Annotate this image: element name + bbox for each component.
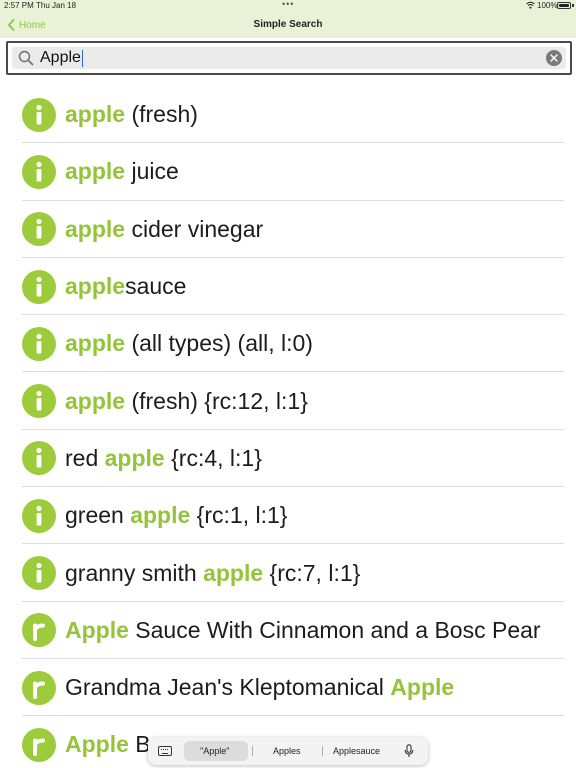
microphone-icon[interactable] <box>404 744 414 758</box>
keyboard-icon[interactable] <box>158 746 172 756</box>
suggestion-item-0[interactable]: "Apple" <box>200 746 229 756</box>
result-text-part: green <box>65 502 131 529</box>
result-row[interactable]: apple (all types) (all, l:0) <box>6 315 572 373</box>
text-cursor <box>81 50 84 67</box>
result-row[interactable]: granny smith apple {rc:7, l:1} <box>6 544 572 602</box>
result-label: applesauce <box>65 273 186 300</box>
page-title: Simple Search <box>253 19 323 30</box>
match-highlight: apple <box>65 330 126 357</box>
match-highlight: apple <box>65 273 126 300</box>
result-row[interactable]: apple cider vinegar <box>6 201 572 258</box>
status-bar: 2:57 PM Thu Jan 18 ••• 100% <box>0 0 576 12</box>
recipe-icon <box>22 670 56 705</box>
result-text-part: Grandma Jean's Kleptomanical <box>65 674 391 701</box>
status-date: Thu Jan 18 <box>36 1 77 10</box>
search-input[interactable] <box>40 47 520 69</box>
results-list: apple (fresh) apple juice apple cider vine… <box>6 86 572 768</box>
result-text-part: cider vinegar <box>125 215 264 242</box>
search-bar <box>6 41 572 75</box>
match-highlight: Apple <box>65 616 129 643</box>
info-icon <box>22 556 56 591</box>
result-label: Apple Sauce With Cinnamon and a Bosc Pea… <box>65 617 541 644</box>
result-row[interactable]: Apple Sauce With Cinnamon and a Bosc Pea… <box>6 602 572 659</box>
info-icon <box>22 212 56 247</box>
clear-icon <box>550 54 558 62</box>
result-text-part: granny smith <box>65 559 204 586</box>
result-row[interactable]: green apple {rc:1, l:1} <box>6 487 572 545</box>
info-icon <box>22 269 56 304</box>
result-text-part: {rc:7, l:1} <box>263 559 361 586</box>
wifi-icon <box>526 1 535 9</box>
info-icon <box>22 384 56 419</box>
match-highlight: Apple <box>65 731 129 758</box>
result-text-part: red <box>65 444 105 471</box>
match-highlight: apple <box>65 158 126 185</box>
result-row[interactable]: apple (fresh) <box>6 86 572 144</box>
result-text-part: (fresh) {rc:12, l:1} <box>125 387 308 414</box>
result-row[interactable]: Grandma Jean's Kleptomanical Apple <box>6 659 572 717</box>
result-text-part: {rc:4, l:1} <box>164 444 262 471</box>
match-highlight: apple <box>104 444 165 471</box>
info-icon <box>22 498 56 533</box>
result-row[interactable]: apple juice <box>6 143 572 201</box>
result-label: red apple {rc:4, l:1} <box>65 445 262 472</box>
info-icon <box>22 154 56 189</box>
match-highlight: apple <box>203 559 264 586</box>
battery-icon <box>557 2 571 9</box>
search-icon <box>18 50 34 66</box>
result-label: Grandma Jean's Kleptomanical Apple <box>65 674 454 701</box>
match-highlight: apple <box>65 387 126 414</box>
match-highlight: apple <box>65 215 126 242</box>
result-text-part: {rc:1, l:1} <box>190 502 288 529</box>
result-text-part: sauce <box>125 273 187 300</box>
result-text-part: (fresh) <box>125 101 198 128</box>
result-label: apple juice <box>65 158 179 185</box>
suggestion-item-1[interactable]: Apples <box>273 746 301 756</box>
clear-button[interactable] <box>546 50 562 66</box>
keyboard-suggestion-bar: "Apple" Apples Applesauce <box>148 737 428 765</box>
battery-tip <box>572 4 574 7</box>
result-label: apple (all types) (all, l:0) <box>65 330 313 357</box>
match-highlight: apple <box>65 101 126 128</box>
match-highlight: apple <box>130 502 191 529</box>
match-highlight: Apple <box>390 674 455 701</box>
result-row[interactable]: applesauce <box>6 258 572 316</box>
suggestion-divider <box>322 746 323 756</box>
result-label: apple cider vinegar <box>65 216 263 243</box>
result-row[interactable]: red apple {rc:4, l:1} <box>6 430 572 488</box>
status-time: 2:57 PM <box>4 1 34 10</box>
navigation-bar: Home Simple Search <box>0 12 576 38</box>
result-label: green apple {rc:1, l:1} <box>65 502 287 529</box>
recipe-icon <box>22 613 56 648</box>
info-icon <box>22 326 56 361</box>
search-field[interactable] <box>12 47 566 69</box>
result-text-part: Sauce With Cinnamon and a Bosc Pear <box>128 616 541 643</box>
battery-percent: 100% <box>537 1 558 10</box>
result-label: apple (fresh) <box>65 101 198 128</box>
result-text-part: juice <box>125 158 179 185</box>
result-label: apple (fresh) {rc:12, l:1} <box>65 388 308 415</box>
recipe-icon <box>22 727 56 762</box>
result-row[interactable]: apple (fresh) {rc:12, l:1} <box>6 372 572 430</box>
multitasking-dots-icon[interactable]: ••• <box>282 0 294 9</box>
result-label: granny smith apple {rc:7, l:1} <box>65 560 360 587</box>
suggestion-item-2[interactable]: Applesauce <box>333 746 380 756</box>
result-label: Apple B <box>65 731 151 758</box>
info-icon <box>22 441 56 476</box>
result-text-part: (all types) (all, l:0) <box>125 330 313 357</box>
info-icon <box>22 97 56 132</box>
suggestion-divider <box>252 746 253 756</box>
